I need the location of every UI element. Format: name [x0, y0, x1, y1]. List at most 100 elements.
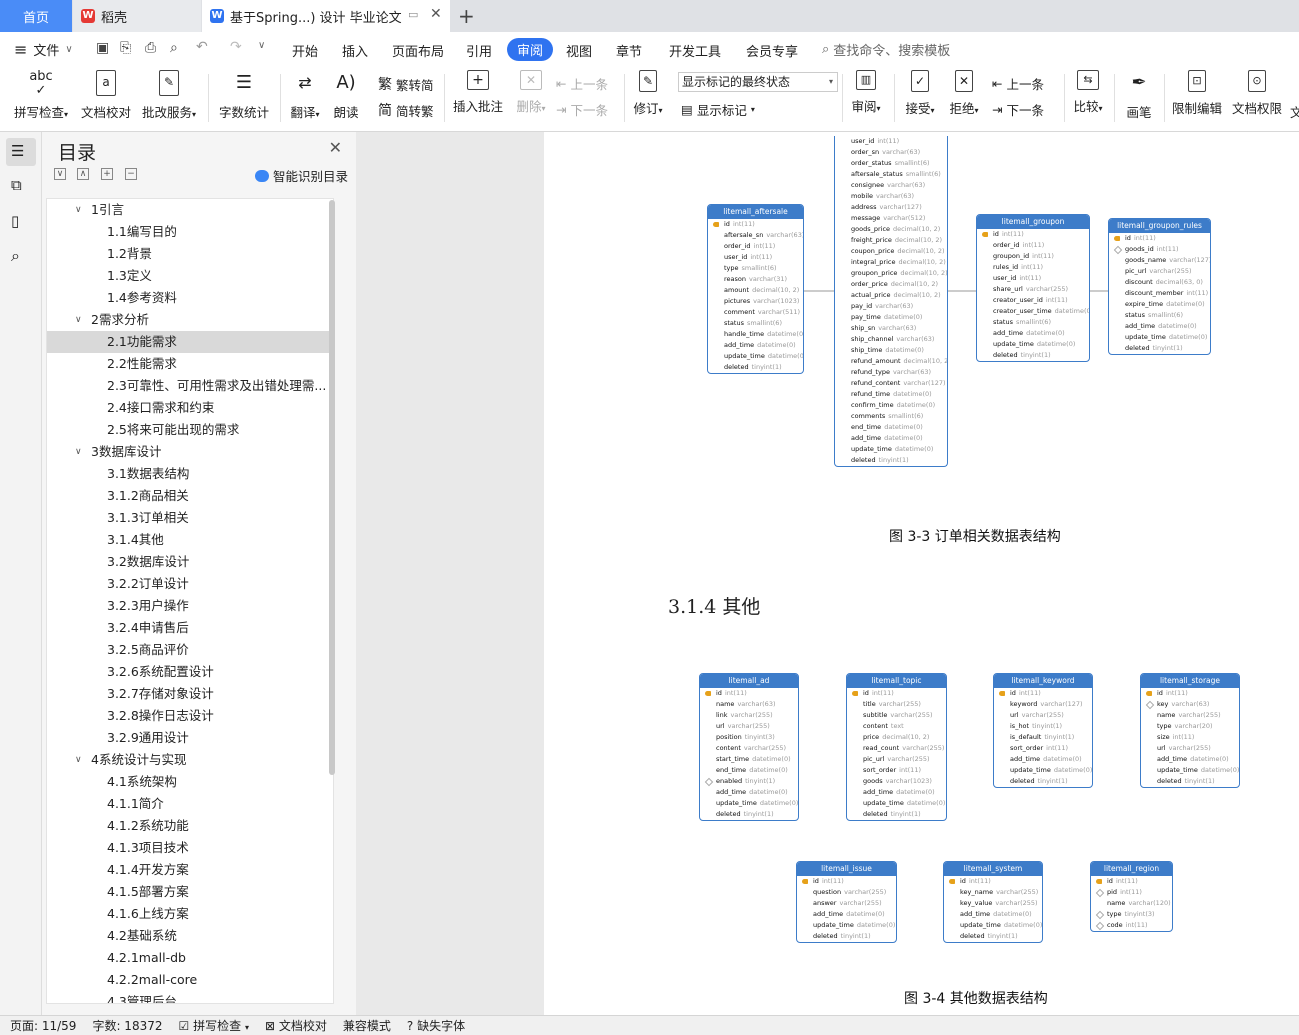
page-indicator[interactable]: 页面: 11/59 — [10, 1017, 76, 1034]
toc-item[interactable]: 3.1.4其他 — [47, 529, 333, 551]
export-icon[interactable]: ⎘ — [120, 40, 131, 56]
print-icon[interactable]: ⎙ — [145, 40, 156, 56]
insert-comment-button[interactable]: + 插入批注 — [452, 70, 504, 115]
toc-item[interactable]: 4.1.4开发方案 — [47, 859, 333, 881]
toc-item[interactable]: 3.1数据表结构 — [47, 463, 333, 485]
expand-up-icon[interactable]: ∧ — [77, 168, 89, 180]
close-icon[interactable]: ✕ — [329, 138, 342, 157]
reject-button[interactable]: ✕ 拒绝▾ — [946, 70, 982, 117]
batch-service-button[interactable]: ✎ 批改服务▾ — [140, 70, 198, 121]
read-aloud-button[interactable]: A) 朗读 — [330, 70, 362, 121]
navigation-icon[interactable]: ⧉ — [11, 176, 31, 196]
menu-layout[interactable]: 页面布局 — [392, 41, 444, 60]
toc-item[interactable]: 3.2.6系统配置设计 — [47, 661, 333, 683]
toc-item[interactable]: 4.1系统架构 — [47, 771, 333, 793]
spell-check-button[interactable]: abc ✓ 拼写检查▾ — [12, 70, 70, 121]
toc-item[interactable]: 2.4接口需求和约束 — [47, 397, 333, 419]
menu-start[interactable]: 开始 — [292, 41, 318, 60]
bookmark-icon[interactable]: ▯ — [11, 212, 31, 232]
translate-button[interactable]: ⇄ 翻译▾ — [288, 70, 322, 121]
toc-item[interactable]: 4.1.3项目技术 — [47, 837, 333, 859]
file-menu[interactable]: ≡ 文件 ∨ — [14, 40, 73, 59]
proofread-status[interactable]: ⊠ 文档校对 — [265, 1017, 327, 1034]
minus-icon[interactable]: − — [125, 168, 137, 180]
toc-item[interactable]: ∨ 1引言 — [47, 199, 333, 221]
chevron-down-icon[interactable]: ∨ — [75, 441, 82, 463]
compare-button[interactable]: ⇆ 比较▾ — [1070, 70, 1106, 115]
prev-change-button[interactable]: ⇤ 上一条 — [992, 74, 1044, 93]
chevron-down-icon[interactable]: ∨ — [75, 309, 82, 331]
toc-item[interactable]: 4.2.1mall-db — [47, 947, 333, 969]
toc-item[interactable]: 2.2性能需求 — [47, 353, 333, 375]
preview-icon[interactable]: ⌕ — [170, 40, 178, 56]
tab-home[interactable]: 首页 — [0, 0, 72, 32]
review-pane-button[interactable]: ▥ 审阅▾ — [848, 70, 884, 115]
toc-item[interactable]: ∨ 4系统设计与实现 — [47, 749, 333, 771]
toc-item[interactable]: 1.4参考资料 — [47, 287, 333, 309]
doc-permission-button[interactable]: ⊙ 文档权限 — [1230, 70, 1284, 117]
search-icon[interactable]: ⌕ — [11, 246, 31, 266]
window-icon[interactable]: ▭ — [408, 8, 418, 21]
redo-icon[interactable]: ↷ — [230, 39, 242, 55]
toc-item[interactable]: 3.2.8操作日志设计 — [47, 705, 333, 727]
toc-item[interactable]: 2.1功能需求 — [47, 331, 333, 353]
pen-button[interactable]: ✒ 画笔 — [1122, 70, 1156, 121]
toc-scrollbar[interactable] — [329, 200, 335, 775]
menu-view[interactable]: 视图 — [566, 41, 592, 60]
word-count-button[interactable]: ☰ 字数统计 — [218, 70, 270, 121]
toc-item[interactable]: 3.2.3用户操作 — [47, 595, 333, 617]
tab-document[interactable]: W 基于Spring...) 设计 毕业论文 ▭ ✕ — [202, 0, 450, 32]
toc-item[interactable]: 2.5将来可能出现的需求 — [47, 419, 333, 441]
toc-item[interactable]: 4.1.2系统功能 — [47, 815, 333, 837]
menu-dev-tools[interactable]: 开发工具 — [669, 41, 721, 60]
command-search[interactable]: ⌕ 查找命令、搜索模板 — [822, 40, 950, 59]
toc-item[interactable]: 4.1.1简介 — [47, 793, 333, 815]
smart-toc-button[interactable]: 智能识别目录 — [255, 166, 348, 185]
toc-item[interactable]: 3.2.5商品评价 — [47, 639, 333, 661]
toc-item[interactable]: 4.2基础系统 — [47, 925, 333, 947]
toc-item[interactable]: 3.2.7存储对象设计 — [47, 683, 333, 705]
toc-item[interactable]: 3.2.9通用设计 — [47, 727, 333, 749]
prev-comment-button[interactable]: ⇤ 上一条 — [556, 74, 608, 93]
toc-item[interactable]: 3.1.3订单相关 — [47, 507, 333, 529]
new-tab-button[interactable]: + — [458, 4, 475, 28]
plus-icon[interactable]: + — [101, 168, 113, 180]
accept-button[interactable]: ✓ 接受▾ — [902, 70, 938, 117]
revise-button[interactable]: ✎ 修订▾ — [630, 70, 666, 117]
toc-item[interactable]: 4.3管理后台 — [47, 991, 333, 1003]
save-icon[interactable]: ▣ — [96, 40, 109, 56]
collapse-all-icon[interactable]: ∨ — [54, 168, 66, 180]
spell-check-status[interactable]: ☑ 拼写检查 ▾ — [179, 1017, 249, 1034]
menu-member[interactable]: 会员专享 — [746, 41, 798, 60]
doc-proofread-button[interactable]: a 文档校对 — [80, 70, 132, 121]
toc-item[interactable]: 4.2.2mall-core — [47, 969, 333, 991]
menu-chapter[interactable]: 章节 — [616, 41, 642, 60]
toc-item[interactable]: 3.2.4申请售后 — [47, 617, 333, 639]
markup-state-select[interactable]: 显示标记的最终状态 ▾ — [678, 72, 838, 92]
undo-icon[interactable]: ↶ — [196, 39, 208, 55]
toc-item[interactable]: 2.3可靠性、可用性需求及出错处理需... — [47, 375, 333, 397]
next-change-button[interactable]: ⇥ 下一条 — [992, 100, 1044, 119]
simp-to-trad-button[interactable]: 简 简转繁 — [378, 100, 434, 120]
word-count[interactable]: 字数: 18372 — [92, 1017, 162, 1034]
toc-item[interactable]: 1.2背景 — [47, 243, 333, 265]
restrict-edit-button[interactable]: ⊡ 限制编辑 — [1170, 70, 1224, 117]
trad-to-simp-button[interactable]: 繁 繁转简 — [378, 74, 434, 94]
menu-review[interactable]: 审阅 — [507, 38, 554, 61]
show-markup-button[interactable]: ▤ 显示标记 ▾ — [681, 100, 755, 119]
menu-insert[interactable]: 插入 — [342, 41, 368, 60]
toc-item[interactable]: 3.2数据库设计 — [47, 551, 333, 573]
close-tab-icon[interactable]: ✕ — [430, 6, 442, 22]
overflow-button[interactable]: 文 — [1290, 70, 1299, 121]
toc-item[interactable]: 4.1.5部署方案 — [47, 881, 333, 903]
menu-references[interactable]: 引用 — [466, 41, 492, 60]
missing-font-status[interactable]: ? 缺失字体 — [407, 1017, 465, 1034]
delete-comment-button[interactable]: ✕ 删除▾ — [512, 70, 550, 115]
toc-item[interactable]: 1.1编写目的 — [47, 221, 333, 243]
chevron-down-icon[interactable]: ∨ — [75, 199, 82, 221]
toc-item[interactable]: ∨ 3数据库设计 — [47, 441, 333, 463]
toc-item[interactable]: 3.2.2订单设计 — [47, 573, 333, 595]
toc-item[interactable]: 3.1.2商品相关 — [47, 485, 333, 507]
next-comment-button[interactable]: ⇥ 下一条 — [556, 100, 608, 119]
toc-item[interactable]: 4.1.6上线方案 — [47, 903, 333, 925]
